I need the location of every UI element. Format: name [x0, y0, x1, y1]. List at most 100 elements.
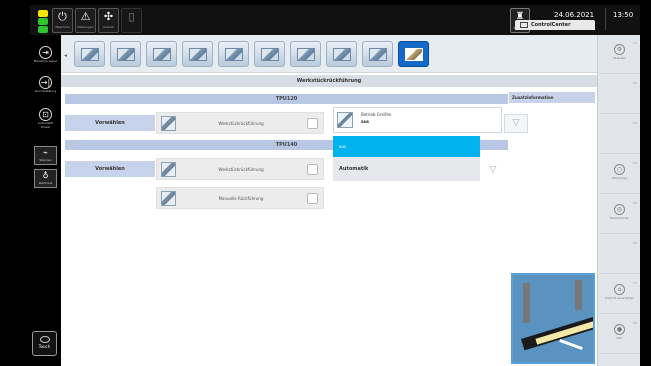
punch-icon: ⌁ [43, 148, 48, 157]
blank-icon: ▯ [128, 10, 135, 23]
tool-thumbnail-icon [333, 48, 351, 61]
function-key-label: F1 [633, 41, 637, 45]
tool-thumbnail-icon [153, 48, 171, 61]
checkbox[interactable] [307, 193, 318, 204]
manual-return-icon [161, 191, 176, 206]
side-action-slot-4[interactable]: F4 ○ Abbrechen [600, 159, 639, 194]
home-position-icon: →| [39, 76, 52, 89]
tool-thumbnail-icon [225, 48, 243, 61]
direction-arrow [559, 338, 583, 351]
cooling-icon: ♁ [42, 171, 49, 180]
function-key-label: F6 [633, 241, 637, 245]
side-action-slot-5[interactable]: F5 ◎ Übernehmen [600, 199, 639, 234]
manual-return-action[interactable]: Manuelle Rückführung [156, 187, 324, 209]
function-key-label: F8 [633, 321, 637, 325]
dropdown-option-aus[interactable]: aus [333, 136, 480, 157]
workpiece-return-action[interactable]: Werkstückrückführung [156, 158, 324, 180]
power-icon: ⏻ [58, 10, 67, 23]
side-action-slot-2[interactable]: F2 [600, 79, 639, 114]
right-sidebar: F1 ⚙ Ablaufen F2 F3 F4 ○ Abbrechen F5 ◎ Übernehmen… [597, 35, 640, 366]
function-key-label: F5 [633, 201, 637, 205]
side-action-label: Info [616, 336, 623, 340]
signal-tower-icon [38, 10, 48, 33]
main-panel: ◂ Werkstückrückführung TPU120 Vorwählen … [61, 35, 597, 366]
view-icon: ⌂ [614, 284, 625, 295]
tool-thumbnail-icon [117, 48, 135, 61]
mode-dropdown[interactable]: Betrieb Greifen aus [333, 107, 502, 133]
dropdown-option-automatik[interactable]: Automatik [333, 157, 480, 181]
time-display: 13:50 [613, 11, 634, 19]
dropdown-list: aus Automatik [333, 136, 480, 181]
workpiece-return-action[interactable]: Werkstückrückführung [156, 112, 324, 134]
tool-button-8[interactable] [326, 41, 357, 67]
workpiece-return-icon [161, 116, 176, 131]
side-action-label: Ablaufen [612, 56, 627, 60]
green-lamp [38, 18, 48, 25]
additional-info-header: Zusatzinformation [509, 92, 595, 103]
section-header-tpu120: TPU120 [65, 94, 508, 104]
tool-button-2[interactable] [110, 41, 141, 67]
tool-button-9[interactable] [362, 41, 393, 67]
workpiece-return-icon [161, 162, 176, 177]
messages-button[interactable]: ⚠ Meldungen [75, 8, 96, 33]
drive-button[interactable]: ✣ Antrieb [98, 8, 119, 33]
tool-button-10[interactable] [398, 41, 429, 67]
chevron-down-icon[interactable]: ▽ [481, 161, 505, 180]
tool-thumbnail-icon [189, 48, 207, 61]
stop-icon: ○ [614, 164, 625, 175]
side-action-slot-6[interactable]: F6 [600, 239, 639, 274]
green-lamp [38, 26, 48, 33]
screen: ⏻ Maschine ⚠ Meldungen ✣ Antrieb ▯ ♜ Mel… [0, 0, 651, 366]
function-key-label: F2 [633, 81, 637, 85]
preselect-button[interactable]: Vorwählen [65, 115, 155, 131]
gripper-icon [337, 112, 353, 128]
function-key-label: F3 [633, 121, 637, 125]
checkbox[interactable] [307, 164, 318, 175]
mode-dropdown-label: Betrieb Greifen [361, 112, 392, 117]
info-icon: ● [614, 324, 625, 335]
setup-icon: ⇥ [39, 46, 52, 59]
warning-icon: ⚠ [80, 10, 91, 23]
disabled-button[interactable]: ▯ [121, 8, 142, 33]
tool-button-5[interactable] [218, 41, 249, 67]
tool-strip: ◂ [61, 35, 597, 73]
side-action-slot-3[interactable]: F3 [600, 119, 639, 154]
machine-setup-button[interactable]: ⇥ Maschine setup [33, 46, 58, 68]
side-action-slot-1[interactable]: F1 ⚙ Ablaufen [600, 39, 639, 74]
touch-icon [39, 336, 50, 343]
cooling-button[interactable]: ♁ Kühlkreis [34, 169, 57, 188]
tool-button-6[interactable] [254, 41, 285, 67]
tool-button-1[interactable] [74, 41, 105, 67]
function-key-label: F7 [633, 281, 637, 285]
scroll-left-icon[interactable]: ◂ [64, 52, 67, 59]
punching-button[interactable]: ⌁ Stanzen [34, 146, 57, 165]
tool-thumbnail-icon [81, 48, 99, 61]
side-action-label: Übernehmen [609, 216, 630, 220]
gear-icon: ⚙ [614, 44, 625, 55]
automatic-icon: ⊡ [39, 108, 52, 121]
tool-thumbnail-icon [369, 48, 387, 61]
date-display: 24.06.2021 [554, 11, 595, 19]
side-action-slot-8[interactable]: F8 ● Info [600, 319, 639, 354]
touch-button[interactable]: Touch [32, 331, 57, 356]
tool-button-4[interactable] [182, 41, 213, 67]
control-center-tab[interactable]: ControlCenter [515, 20, 595, 30]
check-icon: ◎ [614, 204, 625, 215]
mode-dropdown-value: aus [361, 119, 369, 124]
yellow-lamp [38, 10, 48, 17]
divider [605, 8, 606, 30]
tool-button-7[interactable] [290, 41, 321, 67]
checkbox[interactable] [307, 118, 318, 129]
side-action-slot-7[interactable]: F7 ⌂ Ansicht einschalten [600, 279, 639, 314]
tool-thumbnail-icon [405, 48, 423, 61]
tool-button-3[interactable] [146, 41, 177, 67]
preselect-button[interactable]: Vorwählen [65, 161, 155, 177]
chevron-down-icon[interactable]: ▽ [504, 114, 528, 133]
tool-thumbnail-icon [261, 48, 279, 61]
gripper-arm [575, 280, 582, 310]
automatic-single-button[interactable]: ⊡ Automatik Einzel [33, 108, 58, 130]
function-key-label: F4 [633, 161, 637, 165]
machine-power-button[interactable]: ⏻ Maschine [52, 8, 73, 33]
page-title: Werkstückrückführung [61, 75, 597, 87]
home-position-button[interactable]: →| Grundstellung [33, 76, 58, 98]
